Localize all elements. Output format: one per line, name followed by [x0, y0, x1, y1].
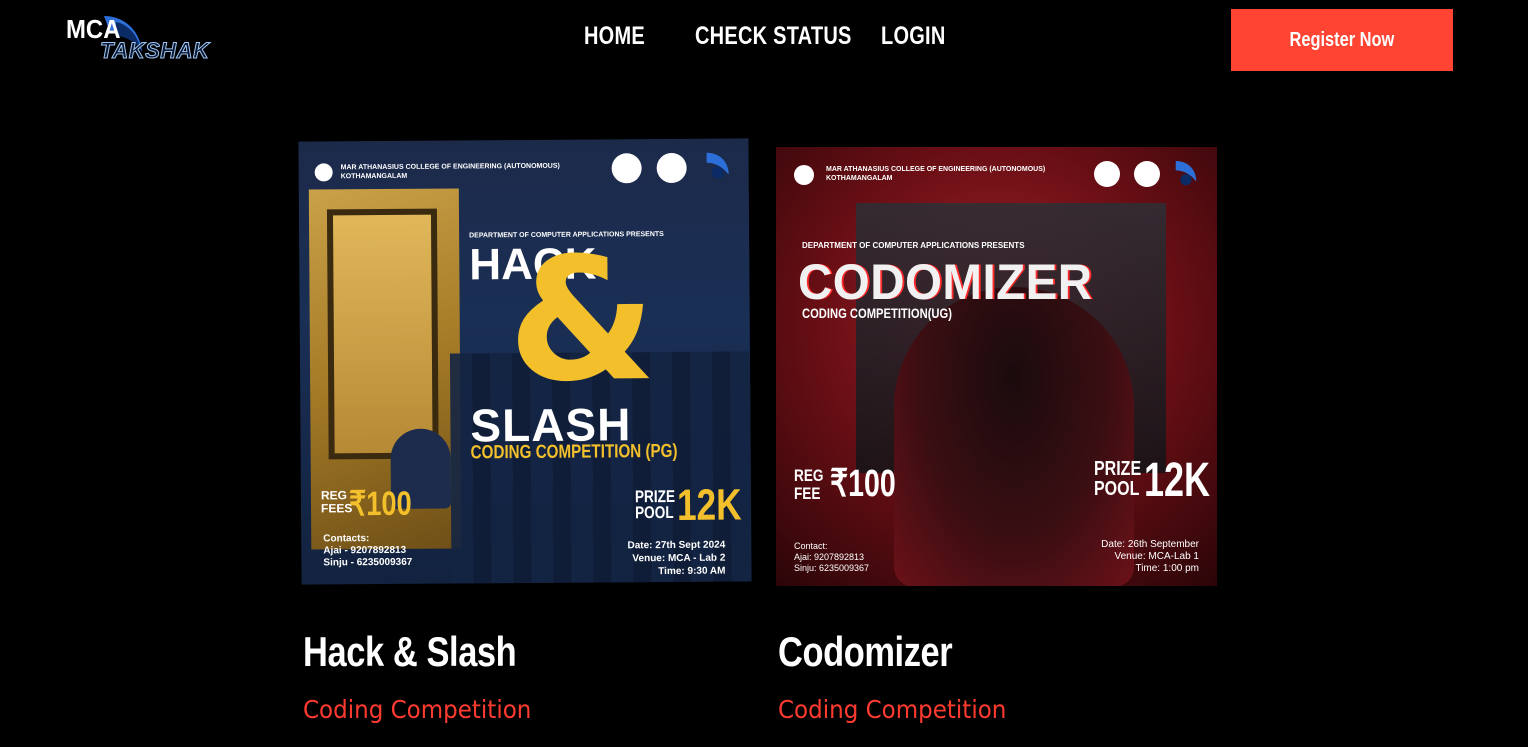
event-poster-codomizer[interactable]: MAR ATHANASIUS COLLEGE OF ENGINEERING (A…: [776, 147, 1217, 586]
poster-headline-ampersand: &: [507, 221, 657, 421]
department-badge-icon: [1134, 161, 1160, 187]
window-frame: [326, 208, 439, 460]
poster-reg-label: REG FEES: [320, 488, 353, 516]
event-time: Time: 1:00 pm: [1135, 563, 1199, 574]
contact-1: Ajai - 9207892813: [323, 544, 407, 557]
event-title[interactable]: Hack & Slash: [303, 628, 517, 676]
poster-college-name: MAR ATHANASIUS COLLEGE OF ENGINEERING (A…: [826, 165, 1086, 183]
contact-1: Ajai: 9207892813: [794, 552, 865, 562]
nav-check-status-link[interactable]: CHECK STATUS: [695, 22, 852, 51]
poster-prize-value: 12K: [1144, 454, 1211, 507]
event-category: Coding Competition: [303, 695, 532, 724]
event-poster-hack-and-slash[interactable]: MAR ATHANASIUS COLLEGE OF ENGINEERING (A…: [298, 138, 752, 585]
poster-event-details: Date: 26th September Venue: MCA-Lab 1 Ti…: [1101, 539, 1199, 575]
event-time: Time: 9:30 AM: [658, 565, 726, 578]
college-city-text: KOTHAMANGALAM: [826, 175, 893, 182]
poster-prize-value: 12K: [676, 480, 742, 530]
poster-subtitle: CODING COMPETITION(UG): [802, 305, 952, 321]
poster-reg-value: ₹100: [348, 484, 412, 524]
poster-contacts: Contacts: Ajai - 9207892813 Sinju - 6235…: [323, 533, 412, 570]
event-venue: Venue: MCA-Lab 1: [1114, 551, 1200, 562]
event-date: Date: 27th Sept 2024: [627, 539, 726, 552]
nav-login-link[interactable]: LOGIN: [881, 22, 946, 51]
contact-2: Sinju - 6235009367: [323, 556, 413, 569]
logo-text-takshak: TAKSHAK: [99, 38, 210, 64]
event-date: Date: 26th September: [1101, 539, 1199, 550]
takshak-badge-icon: [1175, 161, 1197, 186]
poster-contacts: Contact: Ajai: 9207892813 Sinju: 6235009…: [794, 541, 869, 574]
event-venue: Venue: MCA - Lab 2: [632, 552, 726, 565]
contacts-title: Contact:: [794, 541, 828, 551]
college-seal-icon: [794, 165, 814, 185]
college-city-text: KOTHAMANGALAM: [340, 172, 408, 181]
site-header: MCA TAKSHAK HOME CHECK STATUS LOGIN Regi…: [0, 0, 1528, 80]
college-name-text: MAR ATHANASIUS COLLEGE OF ENGINEERING (A…: [826, 166, 1046, 173]
takshak-logo[interactable]: MCA TAKSHAK: [66, 12, 212, 68]
college-seal-icon: [314, 163, 333, 182]
register-now-button[interactable]: Register Now: [1231, 9, 1453, 71]
poster-reg-value: ₹100: [830, 463, 896, 505]
poster-headline-codomizer: CODOMIZER: [798, 254, 1093, 310]
70-years-badge-icon: [611, 153, 642, 184]
poster-prize-label: PRIZE POOL: [1094, 458, 1142, 500]
poster-prize-label: PRIZE POOL: [634, 486, 676, 523]
takshak-badge-icon: [706, 152, 729, 179]
contacts-title: Contacts:: [323, 533, 370, 545]
poster-college-name: MAR ATHANASIUS COLLEGE OF ENGINEERING (A…: [341, 161, 601, 181]
poster-dept-presents: DEPARTMENT OF COMPUTER APPLICATIONS PRES…: [802, 241, 1025, 250]
register-now-label: Register Now: [1289, 28, 1395, 51]
poster-headline-hack: HACK: [469, 239, 597, 290]
poster-event-details: Date: 27th Sept 2024 Venue: MCA - Lab 2 …: [627, 539, 725, 579]
hooded-figure-illustration: [894, 287, 1134, 586]
nav-home-link[interactable]: HOME: [584, 22, 645, 51]
poster-subtitle: CODING COMPETITION (PG): [470, 440, 678, 464]
poster-reg-label: REG FEE: [794, 466, 824, 503]
contact-2: Sinju: 6235009367: [794, 563, 870, 573]
department-badge-icon: [656, 152, 687, 184]
70-years-badge-icon: [1094, 161, 1120, 187]
event-category: Coding Competition: [778, 695, 1007, 724]
event-title[interactable]: Codomizer: [778, 628, 953, 676]
